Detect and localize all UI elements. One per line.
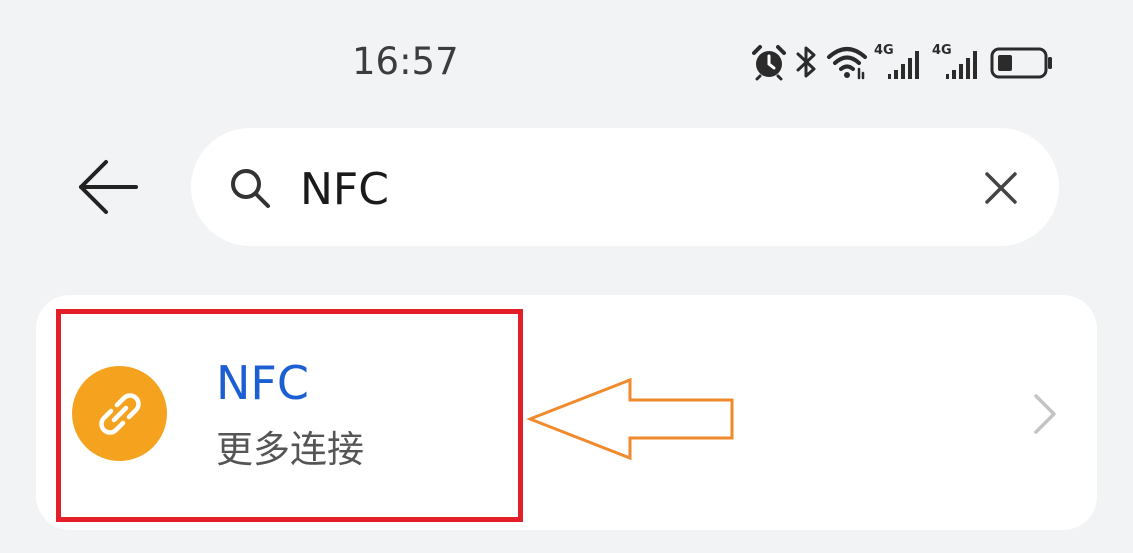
battery-icon — [990, 47, 1052, 79]
signal-4g-icon: 4G — [874, 43, 926, 81]
wifi-icon — [827, 47, 867, 80]
status-icons: 4G 4G — [750, 40, 1054, 84]
back-button[interactable] — [72, 156, 142, 218]
chevron-right-icon — [1034, 394, 1056, 434]
close-icon[interactable] — [980, 167, 1022, 209]
alarm-icon — [752, 45, 786, 81]
signal-4g-icon: 4G — [932, 43, 984, 81]
search-input[interactable] — [300, 160, 940, 218]
link-icon — [98, 392, 141, 435]
result-title: NFC — [216, 356, 309, 410]
arrow-left-icon — [79, 160, 138, 214]
result-subtitle: 更多连接 — [216, 428, 364, 471]
bluetooth-icon — [796, 46, 816, 78]
status-time: 16:57 — [352, 40, 459, 83]
search-result-item[interactable] — [36, 295, 1097, 530]
result-icon-badge — [72, 366, 167, 461]
search-icon — [231, 169, 270, 208]
